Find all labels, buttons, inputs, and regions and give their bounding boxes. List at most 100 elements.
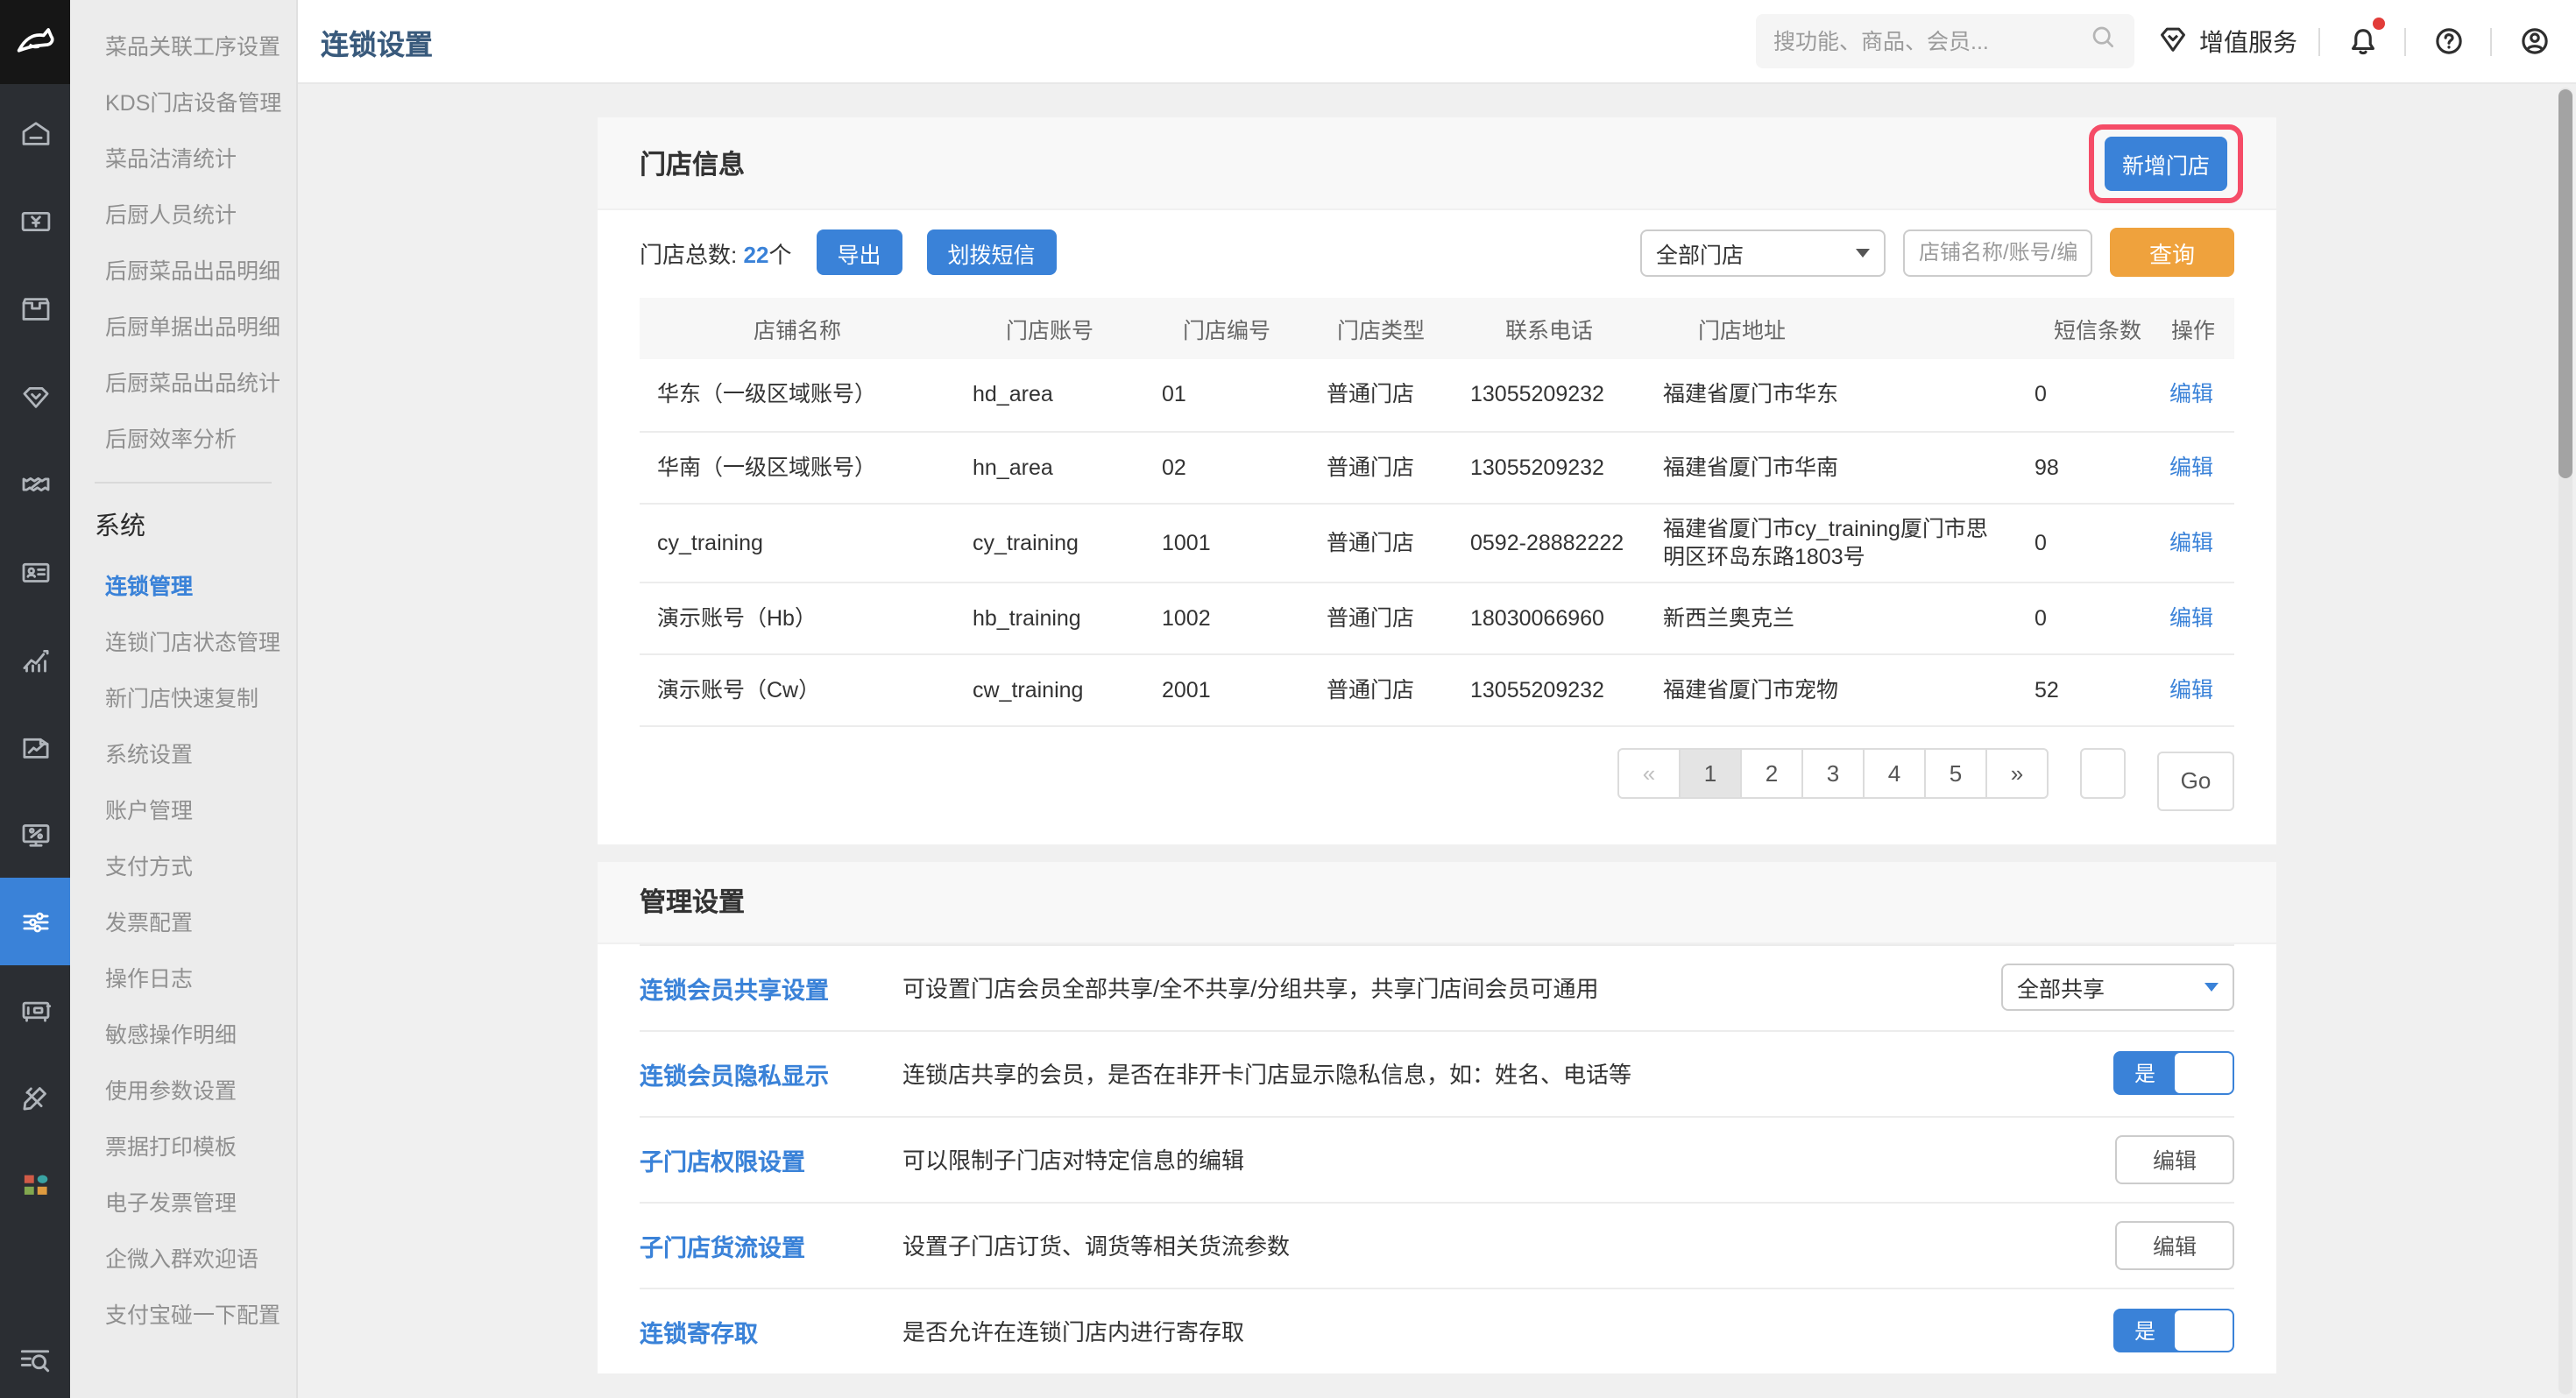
screen-rate-icon[interactable]: [0, 790, 70, 878]
discount-ticket-icon[interactable]: [0, 440, 70, 527]
store-total-label: 门店总数:: [640, 241, 737, 267]
search-icon[interactable]: [2089, 23, 2117, 60]
sidebar-item[interactable]: 菜品沽清统计: [70, 131, 296, 187]
pagination-prev-button[interactable]: «: [1617, 747, 1681, 798]
edit-store-link[interactable]: 编辑: [2169, 455, 2213, 479]
edit-store-link[interactable]: 编辑: [2169, 677, 2213, 702]
setting-name-link[interactable]: 子门店权限设置: [640, 1141, 902, 1176]
money-icon[interactable]: [0, 177, 70, 265]
sidebar-item[interactable]: 账户管理: [70, 783, 296, 839]
cell-store-number: 2001: [1144, 653, 1309, 725]
edit-store-link[interactable]: 编辑: [2169, 605, 2213, 630]
sidebar-item[interactable]: 发票配置: [70, 895, 296, 951]
sidebar-item[interactable]: 后厨菜品出品统计: [70, 356, 296, 412]
edit-store-link[interactable]: 编辑: [2169, 530, 2213, 554]
cell-store-type: 普通门店: [1309, 582, 1453, 653]
pagination-page-button[interactable]: 3: [1801, 747, 1865, 798]
global-search[interactable]: [1756, 14, 2134, 68]
brand-logo[interactable]: [0, 0, 70, 84]
apps-grid-icon[interactable]: [0, 1140, 70, 1228]
sidebar-item[interactable]: 新门店快速复制: [70, 671, 296, 727]
setting-row-chain-deposit: 连锁寄存取 是否允许在连锁门店内进行寄存取 是: [640, 1287, 2234, 1373]
setting-description: 可以限制子门店对特定信息的编辑: [902, 1142, 1244, 1176]
store-search-input[interactable]: [1903, 229, 2092, 276]
sidebar-item[interactable]: 敏感操作明细: [70, 1007, 296, 1063]
store-table-row: cy_training cy_training 1001 普通门店 0592-2…: [640, 503, 2234, 582]
edit-substore-logistics-button[interactable]: 编辑: [2115, 1220, 2234, 1269]
pagination-next-button[interactable]: »: [1985, 747, 2049, 798]
cell-store-name: 华东（一级区域账号）: [640, 359, 955, 431]
sidebar-item[interactable]: 后厨人员统计: [70, 187, 296, 244]
sidebar-item[interactable]: 系统设置: [70, 727, 296, 783]
report-folder-icon[interactable]: [0, 703, 70, 790]
pagination-page-button[interactable]: 5: [1924, 747, 1987, 798]
sidebar-item[interactable]: 票据打印模板: [70, 1119, 296, 1176]
cash-drawer-icon[interactable]: [0, 965, 70, 1053]
setting-description: 是否允许在连锁门店内进行寄存取: [902, 1314, 1244, 1347]
sidebar-item[interactable]: 使用参数设置: [70, 1063, 296, 1119]
membership-gem-icon[interactable]: [0, 352, 70, 440]
cell-store-type: 普通门店: [1309, 431, 1453, 503]
package-icon[interactable]: [0, 265, 70, 352]
notifications-bell-icon[interactable]: [2341, 20, 2383, 62]
store-table-header-row: 店铺名称 门店账号 门店编号 门店类型 联系电话 门店地址 短信条数 操作: [640, 298, 2234, 359]
sidebar-item[interactable]: 企微入群欢迎语: [70, 1232, 296, 1288]
design-tools-icon[interactable]: [0, 1053, 70, 1140]
sidebar-item-chain-management[interactable]: 连锁管理: [70, 559, 296, 615]
edit-store-link[interactable]: 编辑: [2169, 383, 2213, 407]
setting-name-link[interactable]: 连锁会员共享设置: [640, 970, 902, 1005]
setting-name-link[interactable]: 连锁寄存取: [640, 1313, 902, 1348]
setting-name-link[interactable]: 子门店货流设置: [640, 1227, 902, 1262]
export-button[interactable]: 导出: [816, 229, 902, 275]
cell-phone: 13055209232: [1453, 359, 1645, 431]
gem-badge-icon: [2155, 21, 2190, 61]
global-search-input[interactable]: [1773, 29, 2089, 53]
id-card-icon[interactable]: [0, 527, 70, 615]
member-sharing-dropdown[interactable]: 全部共享: [2001, 964, 2234, 1011]
user-account-icon[interactable]: [2513, 20, 2555, 62]
search-list-icon[interactable]: [16, 1340, 54, 1379]
scrollbar-thumb[interactable]: [2558, 89, 2572, 478]
pagination-page-button[interactable]: 1: [1679, 747, 1742, 798]
sidebar-item[interactable]: 后厨菜品出品明细: [70, 244, 296, 300]
setting-name-link[interactable]: 连锁会员隐私显示: [640, 1056, 902, 1091]
store-filter-dropdown[interactable]: 全部门店: [1640, 229, 1886, 276]
pagination-page-button[interactable]: 2: [1740, 747, 1803, 798]
cell-store-number: 1002: [1144, 582, 1309, 653]
cell-phone: 13055209232: [1453, 653, 1645, 725]
sidebar-menu: 菜品关联工序设置 KDS门店设备管理 菜品沽清统计 后厨人员统计 后厨菜品出品明…: [70, 0, 298, 1398]
edit-substore-permissions-button[interactable]: 编辑: [2115, 1134, 2234, 1183]
page-title: 连锁设置: [298, 20, 433, 62]
cell-store-number: 01: [1144, 359, 1309, 431]
chain-deposit-toggle[interactable]: 是: [2113, 1309, 2234, 1352]
cell-address: 新西兰奥克兰: [1645, 582, 2017, 653]
scrollbar-track[interactable]: [2558, 88, 2572, 1394]
cell-store-account: hb_training: [955, 582, 1144, 653]
topbar-divider: [2318, 27, 2320, 55]
settings-sliders-icon[interactable]: [0, 878, 70, 965]
member-privacy-toggle[interactable]: 是: [2113, 1051, 2234, 1095]
cell-address: 福建省厦门市华东: [1645, 359, 2017, 431]
sidebar-item[interactable]: 连锁门店状态管理: [70, 615, 296, 671]
sidebar-item[interactable]: 后厨单据出品明细: [70, 300, 296, 356]
chevron-down-icon: [1856, 248, 1870, 257]
sidebar-item[interactable]: 支付宝碰一下配置: [70, 1288, 296, 1344]
help-icon[interactable]: [2427, 20, 2469, 62]
add-store-button[interactable]: 新增门店: [2105, 137, 2227, 191]
sidebar-item[interactable]: 操作日志: [70, 951, 296, 1007]
value-added-services-button[interactable]: 增值服务: [2155, 21, 2297, 61]
store-total-unit: 个: [768, 241, 791, 267]
sidebar-item[interactable]: 电子发票管理: [70, 1176, 296, 1232]
home-icon[interactable]: [0, 89, 70, 177]
pagination-go-button[interactable]: Go: [2157, 751, 2234, 810]
sidebar-item[interactable]: KDS门店设备管理: [70, 75, 296, 131]
query-button[interactable]: 查询: [2110, 228, 2234, 277]
sidebar-item[interactable]: 后厨效率分析: [70, 412, 296, 468]
pagination-page-button[interactable]: 4: [1863, 747, 1926, 798]
pagination-jump-input[interactable]: [2080, 747, 2126, 798]
analytics-chart-icon[interactable]: [0, 615, 70, 703]
col-sms-count: 短信条数: [2017, 298, 2152, 359]
transfer-sms-button[interactable]: 划拨短信: [927, 229, 1057, 275]
sidebar-item[interactable]: 菜品关联工序设置: [70, 19, 296, 75]
sidebar-item[interactable]: 支付方式: [70, 839, 296, 895]
